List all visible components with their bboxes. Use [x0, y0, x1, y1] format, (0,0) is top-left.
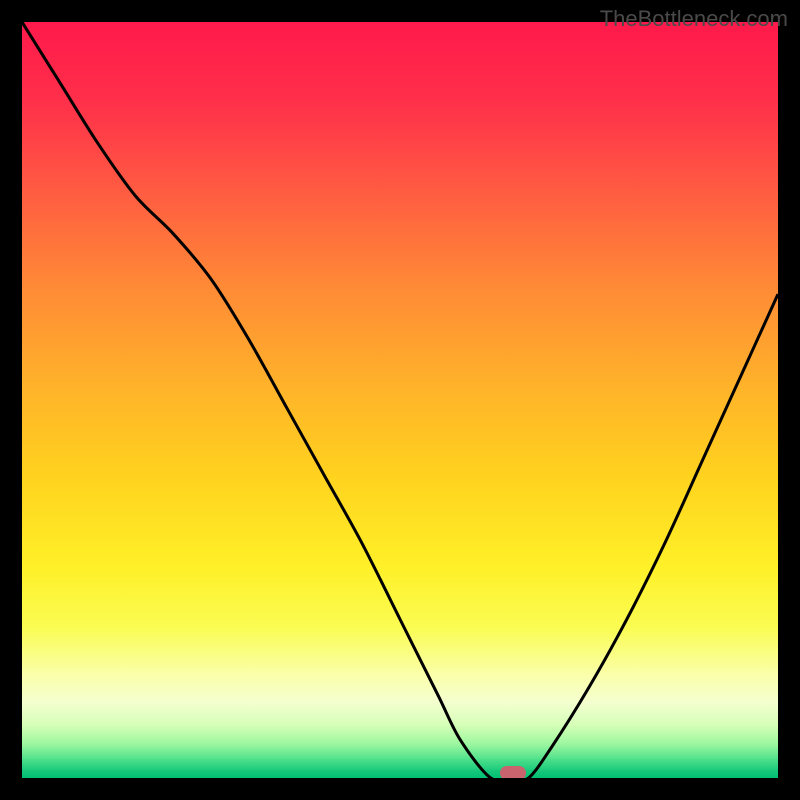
curve-svg	[22, 22, 778, 778]
bottleneck-curve	[22, 22, 778, 778]
optimum-marker	[500, 766, 526, 778]
chart-container: TheBottleneck.com	[0, 0, 800, 800]
watermark-text: TheBottleneck.com	[600, 6, 788, 32]
plot-area	[22, 22, 778, 778]
